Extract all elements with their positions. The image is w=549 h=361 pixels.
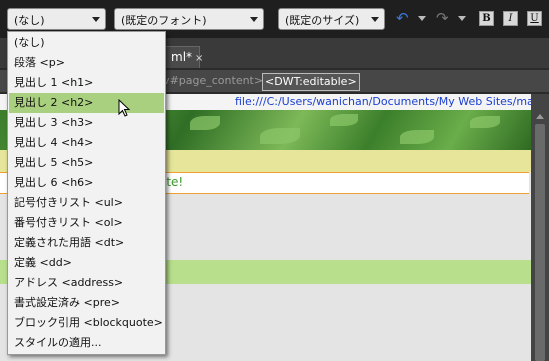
menu-item[interactable]: アドレス <address>: [9, 273, 164, 293]
menu-item[interactable]: 見出し 2 <h2>: [9, 93, 164, 113]
underline-button[interactable]: U: [527, 11, 542, 26]
menu-item[interactable]: 番号付きリスト <ol>: [9, 213, 164, 233]
size-select[interactable]: (既定のサイズ): [278, 8, 385, 30]
chevron-down-icon: [250, 17, 258, 22]
menu-item[interactable]: 見出し 5 <h5>: [9, 153, 164, 173]
menu-item[interactable]: 見出し 3 <h3>: [9, 113, 164, 133]
menu-item[interactable]: 見出し 4 <h4>: [9, 133, 164, 153]
menu-item[interactable]: 書式設定済み <pre>: [9, 293, 164, 313]
tag-page-content[interactable]: iv#page_content>: [160, 74, 263, 89]
menu-item[interactable]: 見出し 6 <h6>: [9, 173, 164, 193]
file-path-link[interactable]: file:///C:/Users/wanichan/Documents/My W…: [235, 95, 531, 108]
menu-item[interactable]: 段落 <p>: [9, 53, 164, 73]
mouse-pointer-icon: [118, 99, 130, 117]
chevron-down-icon: [371, 17, 379, 22]
tag-dwt-editable[interactable]: <DWT:editable>: [262, 73, 360, 91]
document-tab-label: ml*: [171, 50, 193, 64]
close-icon[interactable]: ×: [195, 53, 203, 64]
font-select-value: (既定のフォント): [121, 14, 207, 27]
bold-button[interactable]: B: [479, 11, 494, 26]
size-select-value: (既定のサイズ): [285, 14, 360, 27]
undo-dropdown-icon[interactable]: [418, 16, 426, 21]
format-dropdown-menu: (なし) 段落 <p> 見出し 1 <h1> 見出し 2 <h2> 見出し 3 <h3>…: [7, 31, 166, 355]
redo-icon[interactable]: ↷: [436, 10, 449, 26]
undo-icon[interactable]: ↶: [396, 10, 409, 26]
editable-text: ite!: [163, 175, 184, 189]
menu-item[interactable]: 定義 <dd>: [9, 253, 164, 273]
menu-item[interactable]: 定義された用語 <dt>: [9, 233, 164, 253]
vertical-scrollbar[interactable]: [531, 94, 549, 361]
scroll-thumb[interactable]: [535, 124, 545, 361]
format-select[interactable]: (なし): [7, 8, 106, 30]
font-select[interactable]: (既定のフォント): [114, 8, 264, 30]
menu-item[interactable]: ブロック引用 <blockquote>: [9, 313, 164, 333]
menu-item[interactable]: 見出し 1 <h1>: [9, 73, 164, 93]
menu-item[interactable]: 記号付きリスト <ul>: [9, 193, 164, 213]
scroll-up-icon[interactable]: [536, 114, 544, 119]
menu-item[interactable]: スタイルの適用...: [9, 333, 164, 353]
menu-item[interactable]: (なし): [9, 33, 164, 53]
italic-button[interactable]: I: [503, 11, 518, 26]
redo-dropdown-icon[interactable]: [458, 16, 466, 21]
format-select-value: (なし): [14, 14, 45, 27]
chevron-down-icon: [92, 17, 100, 22]
